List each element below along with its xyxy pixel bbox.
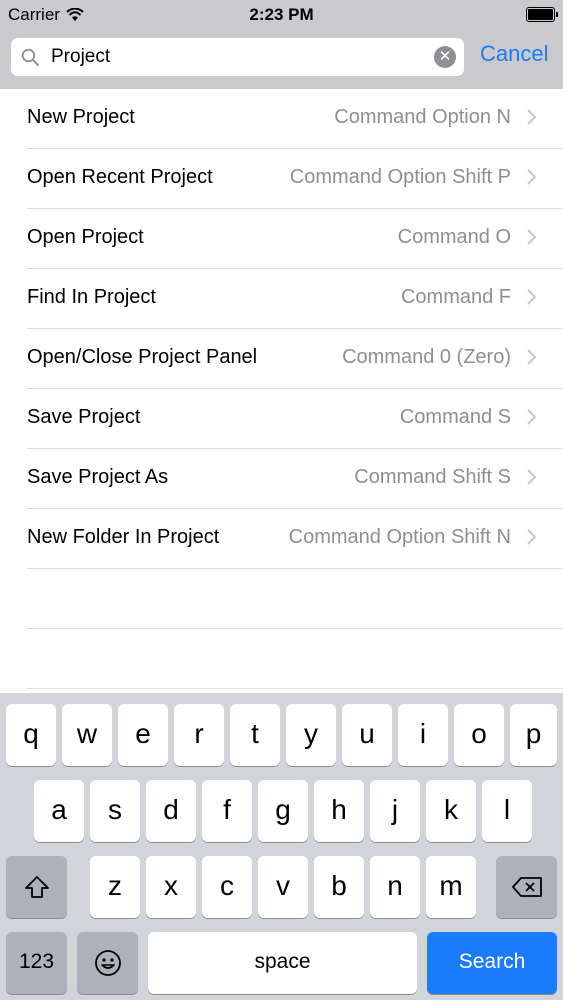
list-item[interactable]: Save Project As Command Shift S [27,449,563,509]
list-item[interactable]: New Project Command Option N [27,89,563,149]
numbers-key[interactable]: 123 [6,932,67,994]
command-label: Open Recent Project [27,166,213,188]
command-label: Save Project [27,406,141,428]
search-key[interactable]: Search [427,932,557,994]
chevron-right-icon [527,409,537,425]
search-icon [21,48,39,66]
list-item[interactable]: Open/Close Project Panel Command 0 (Zero… [27,329,563,389]
key-o[interactable]: o [454,704,504,766]
status-time: 2:23 PM [249,5,314,24]
chevron-right-icon [527,169,537,185]
chevron-right-icon [527,289,537,305]
shift-key[interactable] [6,856,67,918]
space-key[interactable]: space [148,932,417,994]
command-shortcut: Command Option N [334,106,511,128]
list-item[interactable]: Save Project Command S [27,389,563,449]
key-d[interactable]: d [146,780,196,842]
key-l[interactable]: l [482,780,532,842]
search-field[interactable]: ✕ [11,38,464,76]
key-s[interactable]: s [90,780,140,842]
chevron-right-icon [527,229,537,245]
command-shortcut: Command 0 (Zero) [342,346,511,368]
list-item[interactable]: Open Recent Project Command Option Shift… [27,149,563,209]
key-f[interactable]: f [202,780,252,842]
command-shortcut: Command Option Shift P [289,166,511,188]
key-x[interactable]: x [146,856,196,918]
key-r[interactable]: r [174,704,224,766]
key-v[interactable]: v [258,856,308,918]
command-shortcut: Command Option Shift N [288,526,511,548]
key-c[interactable]: c [202,856,252,918]
key-m[interactable]: m [426,856,476,918]
command-shortcut: Command Shift S [354,466,511,488]
key-w[interactable]: w [62,704,112,766]
top-bar: Carrier 2:23 PM ✕ Cancel [0,0,563,89]
emoji-key[interactable] [77,932,138,994]
delete-key[interactable] [496,856,557,918]
key-z[interactable]: z [90,856,140,918]
key-g[interactable]: g [258,780,308,842]
key-u[interactable]: u [342,704,392,766]
command-shortcut: Command S [399,406,511,428]
battery-icon [526,7,558,22]
command-results-list: New Project Command Option N Open Recent… [0,89,563,689]
key-t[interactable]: t [230,704,280,766]
empty-row [27,629,563,689]
chevron-right-icon [527,469,537,485]
chevron-right-icon [527,529,537,545]
key-p[interactable]: p [510,704,557,766]
key-k[interactable]: k [426,780,476,842]
shift-icon [24,876,49,898]
empty-row [27,569,563,629]
key-n[interactable]: n [370,856,420,918]
command-label: Open/Close Project Panel [27,346,258,368]
key-j[interactable]: j [370,780,420,842]
command-label: New Project [27,106,135,128]
clear-search-icon[interactable]: ✕ [434,46,456,68]
command-label: New Folder In Project [27,526,220,548]
key-e[interactable]: e [118,704,168,766]
key-b[interactable]: b [314,856,364,918]
emoji-icon [94,950,121,976]
list-item[interactable]: New Folder In Project Command Option Shi… [27,509,563,569]
key-y[interactable]: y [286,704,336,766]
key-h[interactable]: h [314,780,364,842]
command-label: Find In Project [27,286,156,308]
list-item[interactable]: Open Project Command O [27,209,563,269]
command-label: Save Project As [27,466,169,488]
cancel-button[interactable]: Cancel [480,41,548,67]
search-input[interactable] [51,44,421,70]
command-shortcut: Command F [400,286,511,308]
backspace-icon [511,877,542,897]
key-i[interactable]: i [398,704,448,766]
status-bar: Carrier 2:23 PM [0,0,563,30]
command-shortcut: Command O [397,226,511,248]
keyboard: q w e r t y u i o p a s d f g h j k l z … [0,693,563,1000]
key-a[interactable]: a [34,780,84,842]
key-q[interactable]: q [6,704,56,766]
chevron-right-icon [527,349,537,365]
list-item[interactable]: Find In Project Command F [27,269,563,329]
command-label: Open Project [27,226,144,248]
chevron-right-icon [527,109,537,125]
